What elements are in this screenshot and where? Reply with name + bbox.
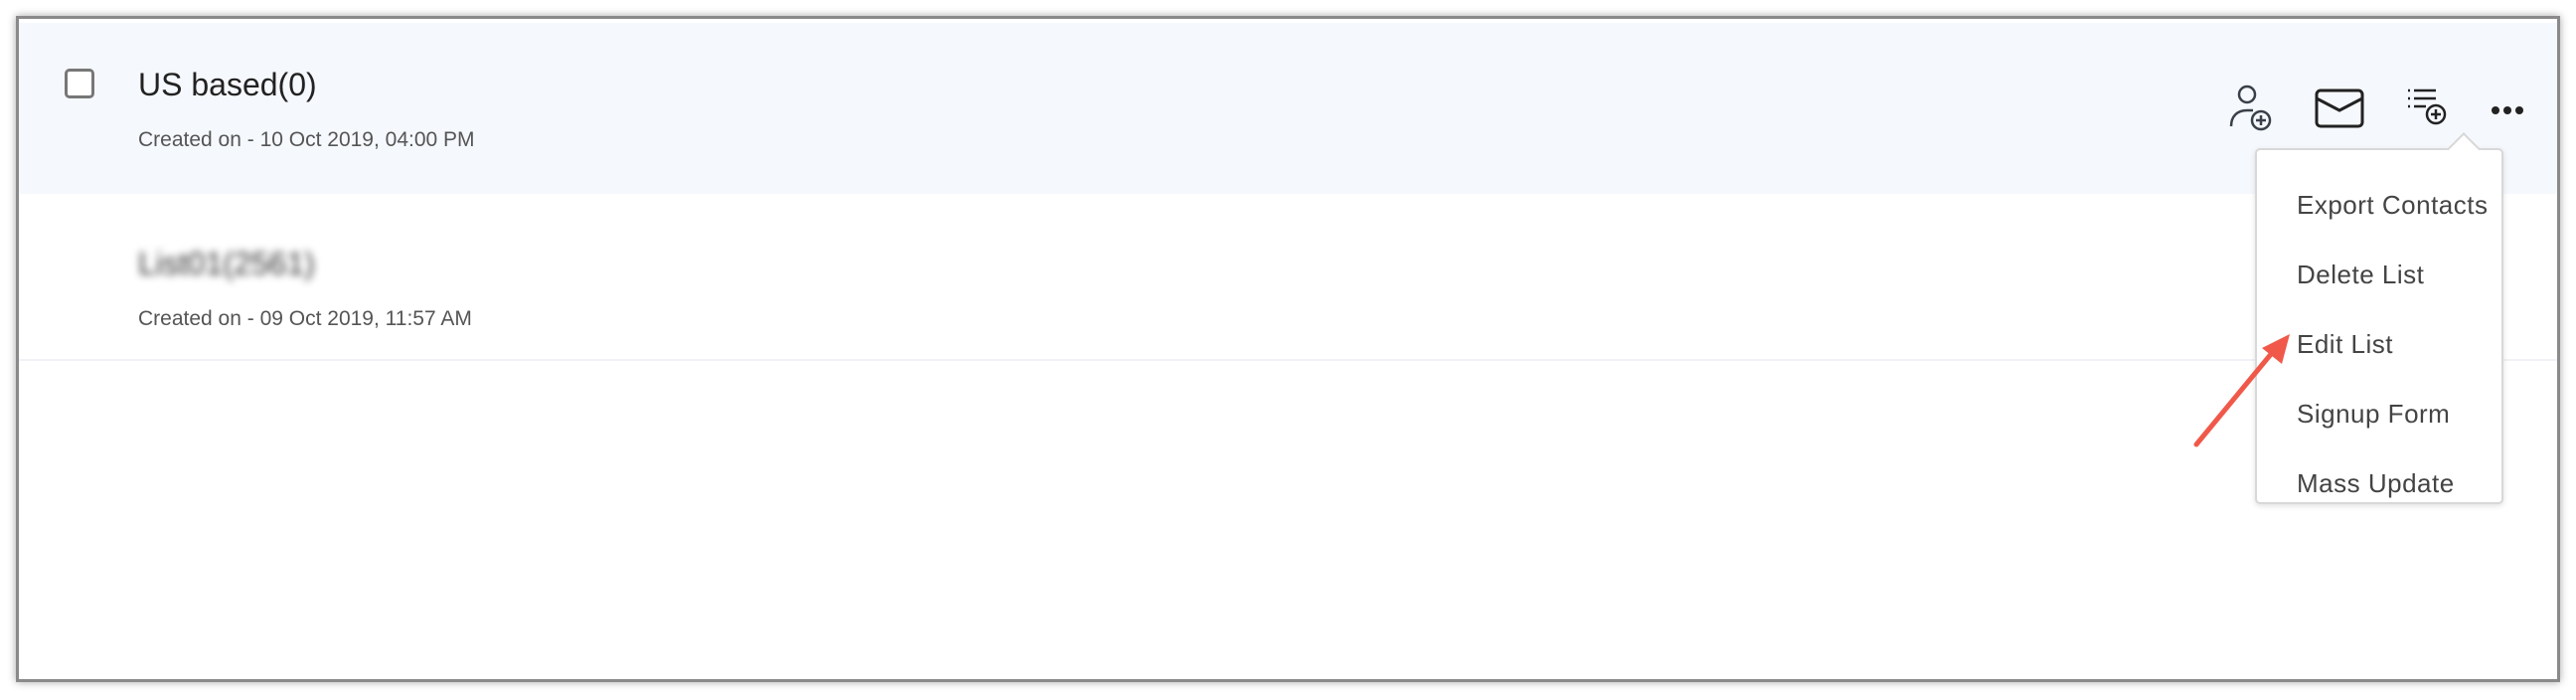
- lists-panel: US based(0) Created on - 10 Oct 2019, 04…: [16, 16, 2560, 682]
- list-row[interactable]: List01(2561) Created on - 09 Oct 2019, 1…: [19, 194, 2557, 361]
- add-to-list-icon[interactable]: [2400, 83, 2456, 138]
- list-name[interactable]: List01(2561): [138, 246, 315, 282]
- list-name[interactable]: US based(0): [138, 67, 317, 103]
- list-created-date: Created on - 10 Oct 2019, 04:00 PM: [138, 128, 475, 151]
- list-row[interactable]: US based(0) Created on - 10 Oct 2019, 04…: [19, 23, 2557, 194]
- mail-icon[interactable]: [2313, 83, 2368, 138]
- list-checkbox[interactable]: [65, 69, 94, 98]
- more-options-icon[interactable]: [2480, 83, 2535, 138]
- menu-item-edit-list[interactable]: Edit List: [2297, 329, 2393, 360]
- list-created-date: Created on - 09 Oct 2019, 11:57 AM: [138, 307, 472, 330]
- menu-item-signup-form[interactable]: Signup Form: [2297, 399, 2450, 430]
- add-contact-icon[interactable]: [2225, 83, 2281, 138]
- menu-item-mass-update[interactable]: Mass Update: [2297, 468, 2455, 499]
- more-options-menu: Export Contacts Delete List Edit List Si…: [2255, 148, 2503, 504]
- menu-item-delete-list[interactable]: Delete List: [2297, 260, 2424, 290]
- menu-item-export-contacts[interactable]: Export Contacts: [2297, 190, 2488, 221]
